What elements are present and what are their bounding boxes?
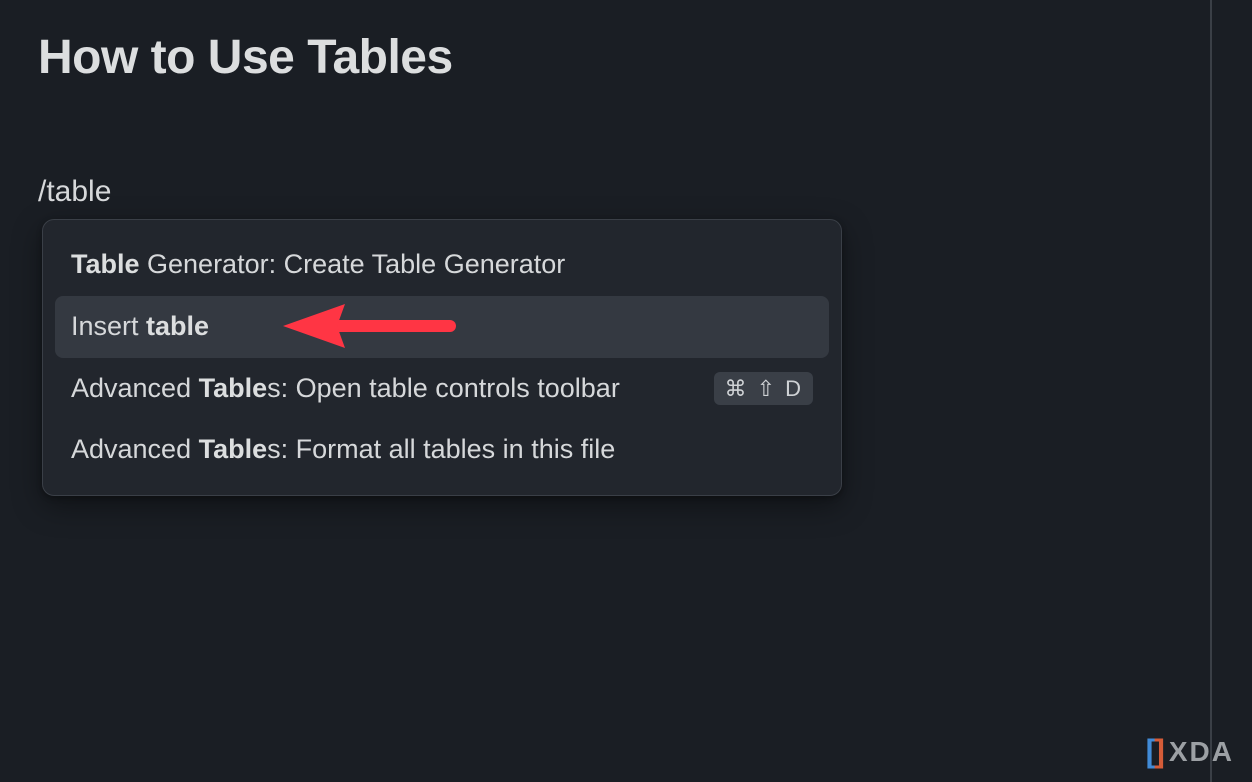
xda-text: XDA xyxy=(1169,736,1234,768)
menu-item-advanced-open-toolbar[interactable]: Advanced Tables: Open table controls too… xyxy=(55,358,829,420)
page-title: How to Use Tables xyxy=(38,30,1172,85)
menu-item-label: Advanced Tables: Open table controls too… xyxy=(71,372,704,406)
menu-item-advanced-format-all[interactable]: Advanced Tables: Format all tables in th… xyxy=(55,419,829,481)
editor-pane: How to Use Tables /table Table Generator… xyxy=(0,0,1210,782)
menu-item-label: Insert table xyxy=(71,310,813,344)
slash-command-input[interactable]: /table xyxy=(38,175,1172,209)
shortcut-badge: ⌘ ⇧ D xyxy=(714,372,813,406)
menu-item-label: Table Generator: Create Table Generator xyxy=(71,248,813,282)
xda-watermark: [] XDA xyxy=(1146,733,1234,770)
menu-item-label: Advanced Tables: Format all tables in th… xyxy=(71,433,813,467)
menu-item-table-generator[interactable]: Table Generator: Create Table Generator xyxy=(55,234,829,296)
command-palette: Table Generator: Create Table Generator … xyxy=(42,219,842,496)
right-sidebar-strip xyxy=(1212,0,1252,782)
xda-bracket-icon: [] xyxy=(1146,733,1163,770)
menu-item-insert-table[interactable]: Insert table xyxy=(55,296,829,358)
